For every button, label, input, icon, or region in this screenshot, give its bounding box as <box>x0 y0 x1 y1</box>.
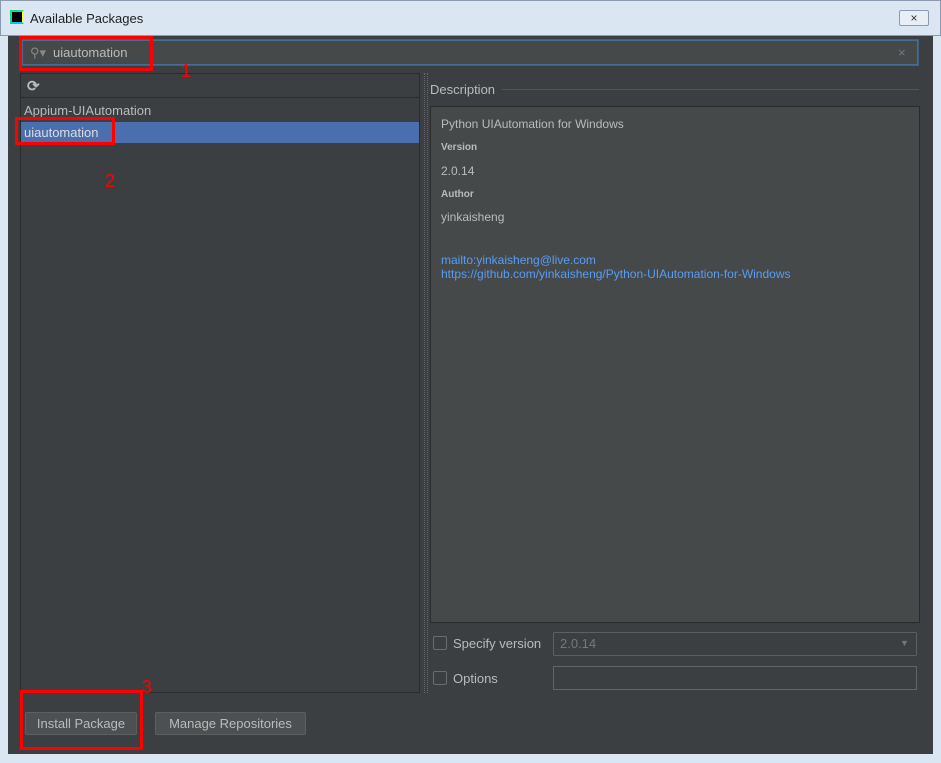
description-separator <box>502 89 919 90</box>
options-checkbox[interactable] <box>433 671 447 685</box>
author-label: Author <box>441 189 474 200</box>
options-label: Options <box>453 671 498 686</box>
chevron-down-icon[interactable]: ▼ <box>900 638 909 648</box>
package-list-panel <box>20 73 420 693</box>
clear-search-icon[interactable]: × <box>898 45 906 60</box>
annotation-number-3: 3 <box>142 677 153 697</box>
version-dropdown[interactable]: 2.0.14 <box>553 632 917 656</box>
annotation-box-2 <box>15 117 115 145</box>
refresh-icon[interactable]: ⟳ <box>27 77 40 95</box>
list-toolbar <box>21 74 419 98</box>
package-summary: Python UIAutomation for Windows <box>441 117 624 131</box>
window-title: Available Packages <box>30 11 144 26</box>
description-box: Python UIAutomation for Windows Version … <box>430 106 920 623</box>
version-value: 2.0.14 <box>441 164 475 178</box>
specify-version-label: Specify version <box>453 636 542 651</box>
email-link[interactable]: mailto:yinkaisheng@live.com <box>441 253 596 267</box>
manage-repositories-button[interactable]: Manage Repositories <box>155 712 306 735</box>
options-input[interactable] <box>553 666 917 690</box>
splitter-handle[interactable] <box>424 73 428 693</box>
search-input[interactable] <box>22 40 918 65</box>
close-button[interactable]: × <box>899 10 929 26</box>
annotation-box-3 <box>20 690 143 750</box>
pycharm-app-icon <box>10 10 24 24</box>
specify-version-checkbox[interactable] <box>433 636 447 650</box>
github-link[interactable]: https://github.com/yinkaisheng/Python-UI… <box>441 267 791 281</box>
version-label: Version <box>441 142 478 153</box>
annotation-number-2: 2 <box>105 171 116 191</box>
author-value: yinkaisheng <box>441 210 505 224</box>
description-label: Description <box>430 82 496 97</box>
annotation-number-1: 1 <box>181 61 192 81</box>
annotation-box-1 <box>19 36 153 71</box>
